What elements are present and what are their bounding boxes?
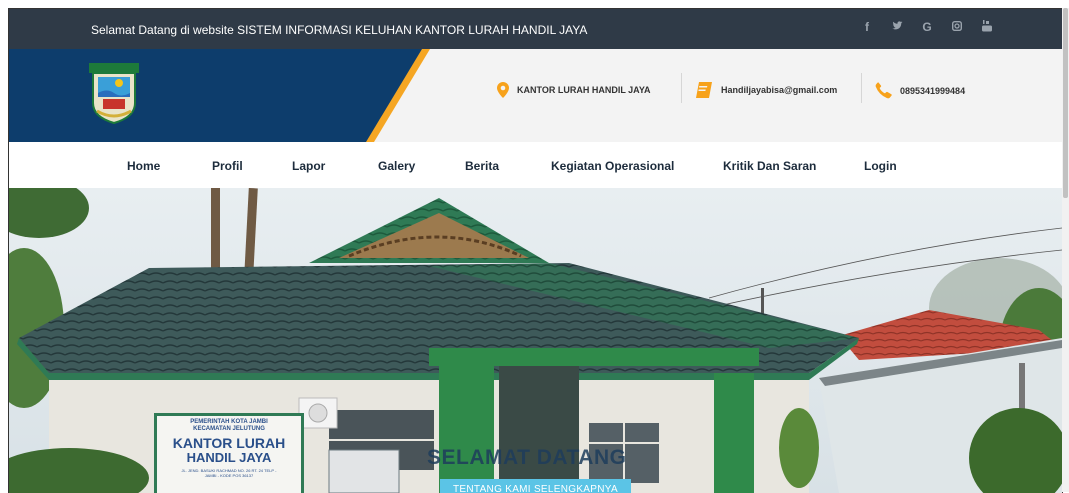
sign-line-4: HANDIL JAYA xyxy=(186,450,272,465)
sign-line-3: KANTOR LURAH xyxy=(172,435,286,451)
nav-item-home[interactable]: Home xyxy=(127,159,160,173)
nav-item-lapor[interactable]: Lapor xyxy=(292,159,325,173)
kota-jambi-logo[interactable] xyxy=(89,63,139,125)
nav-item-berita[interactable]: Berita xyxy=(465,159,499,173)
hero-slider: PEMERINTAH KOTA JAMBI KECAMATAN JELUTUNG… xyxy=(9,188,1062,493)
contact-phone: 0895341999484 xyxy=(875,82,965,99)
email-text[interactable]: Handiljayabisa@gmail.com xyxy=(721,85,837,95)
social-links: f G xyxy=(862,20,992,35)
header-band: KANTOR LURAH HANDIL JAYA Handiljayabisa@… xyxy=(9,49,1062,142)
main-navigation: Home Profil Lapor Galery Berita Kegiatan… xyxy=(9,142,1062,189)
scrollbar-thumb[interactable] xyxy=(1063,8,1068,198)
sign-line-6: JAMBI - KODE POS 36137 xyxy=(204,473,254,478)
twitter-icon[interactable] xyxy=(892,20,903,35)
about-us-button[interactable]: TENTANG KAMI SELENGKAPNYA xyxy=(440,479,631,493)
nav-item-galery[interactable]: Galery xyxy=(378,159,415,173)
header-accent-stripe xyxy=(366,49,430,142)
office-sign: PEMERINTAH KOTA JAMBI KECAMATAN JELUTUNG… xyxy=(159,419,299,493)
hero-title: SELAMAT DATANG xyxy=(427,446,627,469)
nav-item-login[interactable]: Login xyxy=(864,159,897,173)
header-divider xyxy=(681,73,682,103)
page-scrollbar[interactable] xyxy=(1062,8,1069,492)
nav-item-kritik-dan-saran[interactable]: Kritik Dan Saran xyxy=(723,159,816,173)
browser-viewport: Selamat Datang di website SISTEM INFORMA… xyxy=(8,8,1063,493)
phone-text[interactable]: 0895341999484 xyxy=(900,86,965,96)
address-text: KANTOR LURAH HANDIL JAYA xyxy=(517,85,651,95)
header-divider xyxy=(861,73,862,103)
contact-address: KANTOR LURAH HANDIL JAYA xyxy=(497,82,651,98)
google-icon[interactable]: G xyxy=(922,20,932,35)
sign-line-2: KECAMATAN JELUTUNG xyxy=(193,426,265,432)
phone-icon xyxy=(875,82,892,99)
instagram-icon[interactable] xyxy=(951,20,963,35)
youtube-icon[interactable] xyxy=(982,20,992,35)
facebook-icon[interactable]: f xyxy=(862,20,872,35)
welcome-text: Selamat Datang di website SISTEM INFORMA… xyxy=(91,23,588,37)
nav-item-kegiatan-operasional[interactable]: Kegiatan Operasional xyxy=(551,159,674,173)
book-icon xyxy=(696,82,712,98)
contact-email: Handiljayabisa@gmail.com xyxy=(695,82,837,98)
nav-item-profil[interactable]: Profil xyxy=(212,159,243,173)
sign-line-1: PEMERINTAH KOTA JAMBI xyxy=(190,419,268,425)
map-pin-icon xyxy=(497,82,509,98)
top-bar: Selamat Datang di website SISTEM INFORMA… xyxy=(9,9,1062,49)
